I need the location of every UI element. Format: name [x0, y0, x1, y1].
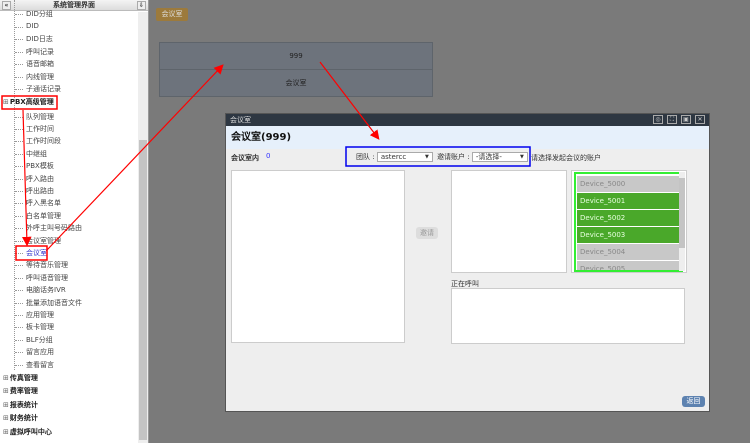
device-listbox[interactable]: Device_5000Device_5001Device_5002Device_…: [571, 170, 687, 273]
pin-icon[interactable]: ⇩: [137, 1, 146, 10]
sidebar-item[interactable]: 中继组: [26, 149, 47, 159]
sidebar-scrollbar[interactable]: [138, 12, 148, 443]
calling-list[interactable]: [451, 288, 685, 344]
invite-account-label: 邀请账户 :: [437, 153, 470, 161]
sidebar-item[interactable]: 队列管理: [26, 112, 54, 122]
tree-line: [14, 0, 15, 370]
sidebar-item[interactable]: 会议室: [26, 248, 47, 258]
sidebar-item[interactable]: 工作时间段: [26, 136, 61, 146]
scroll-thumb[interactable]: [679, 178, 685, 248]
invite-textarea[interactable]: [451, 170, 567, 273]
invite-button[interactable]: 邀请: [416, 227, 438, 239]
sidebar-item[interactable]: 呼入路由: [26, 174, 54, 184]
team-select[interactable]: astercc ▼: [377, 152, 433, 162]
conference-dialog: 会议室 ◎ ⛶ ▣ ✕ 会议室(999) 会议室内 0 团队 : astercc…: [225, 113, 710, 412]
sidebar-title: 系统管理界面: [53, 1, 95, 9]
sidebar-item[interactable]: 应用管理: [26, 310, 54, 320]
sidebar-item[interactable]: 工作时间: [26, 124, 54, 134]
sidebar-item[interactable]: 语音邮箱: [26, 59, 54, 69]
sidebar-item[interactable]: 子通话记录: [26, 84, 61, 94]
settings-icon[interactable]: ◎: [653, 115, 663, 124]
dropdown-arrow-icon: ▼: [425, 153, 429, 162]
sidebar-item[interactable]: 电脑话务IVR: [26, 285, 66, 295]
team-label: 团队 :: [356, 153, 375, 161]
sidebar-item[interactable]: BLF分组: [26, 335, 53, 345]
sidebar-item[interactable]: 呼出路由: [26, 186, 54, 196]
device-scrollbar[interactable]: [679, 172, 685, 271]
sidebar-header: « 系统管理界面 ⇩: [0, 0, 148, 11]
sidebar: « 系统管理界面 ⇩ DID分组 DID DID日志呼叫记录语音邮箱内线管理子通话记…: [0, 0, 149, 443]
device-option[interactable]: Device_5000: [577, 176, 680, 192]
conference-table: 999 会议室: [159, 42, 433, 97]
in-room-list[interactable]: [231, 170, 405, 343]
device-option[interactable]: Device_5001: [577, 193, 680, 209]
sidebar-item[interactable]: 呼入黑名单: [26, 198, 61, 208]
filter-bar: 团队 : astercc ▼ 邀请账户 : -请选择- ▼: [356, 152, 528, 162]
sidebar-group[interactable]: 财务统计: [3, 413, 38, 423]
dropdown-arrow-icon: ▼: [520, 153, 524, 162]
sidebar-item[interactable]: 批量添加语音文件: [26, 298, 82, 308]
team-value: astercc: [381, 153, 406, 161]
invite-account-select[interactable]: -请选择- ▼: [472, 152, 528, 162]
scroll-thumb[interactable]: [139, 140, 147, 440]
collapse-icon[interactable]: «: [2, 1, 11, 10]
sidebar-group[interactable]: 费率管理: [3, 386, 38, 396]
sidebar-item[interactable]: DID分组: [26, 9, 53, 19]
device-list: Device_5000Device_5001Device_5002Device_…: [574, 172, 683, 272]
restore-icon[interactable]: ▣: [681, 115, 691, 124]
sidebar-item[interactable]: 呼叫记录: [26, 47, 54, 57]
in-room-count: 0: [266, 152, 270, 160]
close-icon[interactable]: ✕: [695, 115, 705, 124]
sidebar-group[interactable]: 报表统计: [3, 400, 38, 410]
maximize-icon[interactable]: ⛶: [667, 115, 677, 124]
dialog-title: 会议室: [230, 116, 251, 124]
dialog-titlebar: 会议室 ◎ ⛶ ▣ ✕: [226, 114, 709, 126]
sidebar-item[interactable]: 白名单管理: [26, 211, 61, 221]
sidebar-item[interactable]: DID日志: [26, 34, 53, 44]
sidebar-item[interactable]: 呼叫语音管理: [26, 273, 68, 283]
conference-tab-button[interactable]: 会议室: [156, 8, 188, 21]
dialog-heading: 会议室(999): [226, 126, 709, 149]
sidebar-item[interactable]: 留言应用: [26, 347, 54, 357]
device-option[interactable]: Device_5005: [577, 261, 680, 272]
sidebar-item[interactable]: 等待音乐管理: [26, 260, 68, 270]
hint-text: 请选择发起会议的账户: [531, 153, 601, 163]
sidebar-item[interactable]: 板卡管理: [26, 322, 54, 332]
table-cell-name[interactable]: 会议室: [160, 70, 432, 97]
sidebar-item[interactable]: DID: [26, 22, 39, 30]
invite-account-value: -请选择-: [476, 153, 502, 161]
sidebar-item[interactable]: 会议室管理: [26, 236, 61, 246]
sidebar-group[interactable]: 传真管理: [3, 373, 38, 383]
device-option[interactable]: Device_5002: [577, 210, 680, 226]
back-button[interactable]: 返回: [682, 396, 705, 407]
sidebar-group[interactable]: 虚拟呼叫中心: [3, 427, 52, 437]
device-option[interactable]: Device_5004: [577, 244, 680, 260]
sidebar-item[interactable]: 内线管理: [26, 72, 54, 82]
sidebar-item[interactable]: PBX模板: [26, 161, 54, 171]
device-option[interactable]: Device_5003: [577, 227, 680, 243]
sidebar-group-pbx[interactable]: PBX高级管理: [3, 97, 54, 107]
sidebar-item[interactable]: 外呼主叫号码路由: [26, 223, 82, 233]
sidebar-item[interactable]: 查看留言: [26, 360, 54, 370]
in-room-label: 会议室内: [231, 153, 259, 163]
table-cell-number[interactable]: 999: [160, 43, 432, 70]
